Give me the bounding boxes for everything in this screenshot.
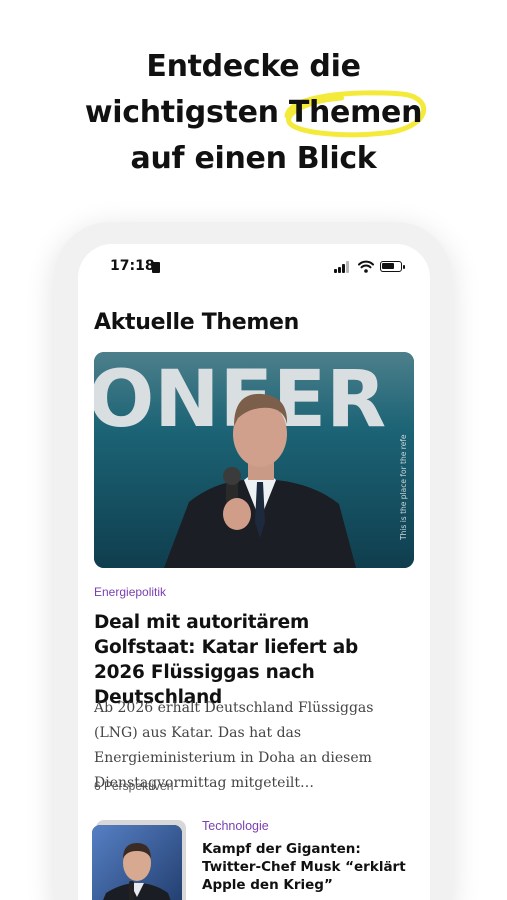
headline-highlight: Themen — [284, 90, 426, 138]
main-article-perspectives[interactable]: 6 Perspektiven — [94, 779, 173, 793]
main-article-category[interactable]: Energiepolitik — [94, 585, 166, 599]
second-article-title[interactable]: Kampf der Giganten: Twitter-Chef Musk “e… — [202, 840, 412, 894]
sim-card-icon — [152, 262, 160, 273]
status-time: 17:18 — [110, 258, 155, 274]
second-article-image — [92, 825, 182, 900]
second-article-category[interactable]: Technologie — [202, 819, 269, 833]
cellular-signal-icon — [334, 261, 350, 273]
headline-line-2: wichtigsten Themen — [0, 90, 507, 138]
section-title: Aktuelle Themen — [94, 310, 300, 335]
headline-line-1: Entdecke die — [146, 49, 361, 84]
battery-level — [382, 263, 394, 269]
phone-screen: 17:18 Aktuelle Themen ONFER This is the … — [78, 244, 430, 900]
onboarding-headline: Entdecke die wichtigsten Themen auf eine… — [0, 44, 507, 182]
headline-line-2-prefix: wichtigsten — [84, 95, 289, 130]
wifi-icon — [358, 260, 374, 273]
headline-highlight-word: Themen — [288, 95, 423, 130]
hero-watermark-text: This is the place for the refe — [399, 434, 408, 541]
hero-photo: ONFER This is the place for the refe — [94, 352, 414, 568]
second-article-thumbnail[interactable] — [90, 820, 188, 900]
main-article-image[interactable]: ONFER This is the place for the refe — [94, 352, 414, 568]
battery-icon — [380, 261, 405, 272]
thumbnail-photo — [92, 825, 182, 900]
headline-line-3: auf einen Blick — [130, 141, 377, 176]
status-bar: 17:18 — [78, 258, 430, 278]
main-article-title[interactable]: Deal mit autoritärem Golfstaat: Katar li… — [94, 610, 414, 710]
